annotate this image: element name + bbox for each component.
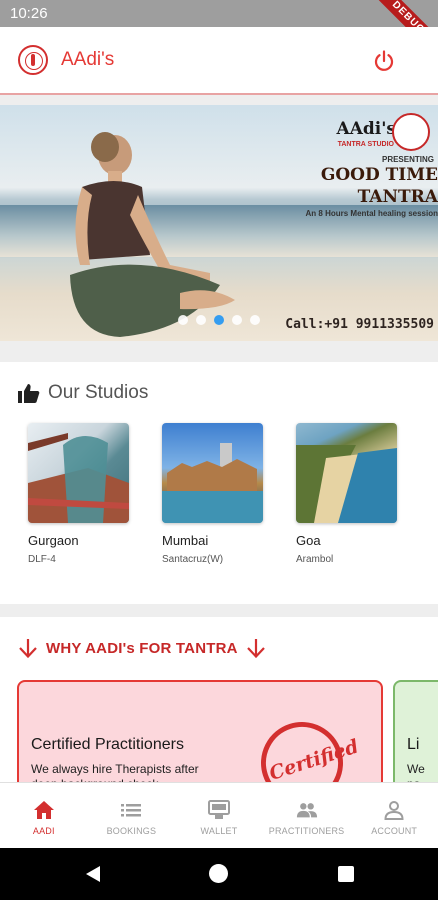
why-title: WHY AADI's FOR TANTRA (46, 639, 238, 657)
studio-card-gurgaon[interactable]: Gurgaon DLF-4 (28, 423, 129, 565)
studio-list: Gurgaon DLF-4 Mumbai Santacruz(W) Goa Ar… (28, 423, 397, 565)
studio-card-goa[interactable]: Goa Arambol (296, 423, 397, 565)
thumbs-up-icon (18, 384, 40, 403)
studios-section: Our Studios Gurgaon DLF-4 Mumbai Santacr… (0, 362, 438, 604)
studios-header: Our Studios (18, 382, 148, 404)
feature-card-title: Certified Practitioners (31, 736, 184, 753)
carousel-dot[interactable] (178, 315, 188, 325)
studio-location: Santacruz(W) (162, 554, 224, 565)
bottom-navigation: AADI BOOKINGS WALLET PRACTITIONERS ACCOU… (0, 782, 438, 848)
carousel-dot-active[interactable] (214, 315, 224, 325)
wallet-icon (207, 800, 230, 819)
nav-item-practitioners[interactable]: PRACTITIONERS (263, 783, 351, 848)
why-section: WHY AADI's FOR TANTRA Certified Practiti… (0, 617, 438, 800)
banner-subline: An 8 Hours Mental healing session (305, 209, 438, 218)
why-header: WHY AADI's FOR TANTRA (18, 637, 266, 659)
banner-headline-line2: TANTRA (357, 187, 438, 207)
app-bar: AAdi's (0, 27, 438, 95)
banner-presenting: PRESENTING (381, 155, 434, 164)
nav-item-aadi[interactable]: AADI (0, 783, 88, 848)
power-icon[interactable] (372, 49, 396, 73)
meditation-figure-image (70, 132, 235, 337)
studio-location: Arambol (296, 554, 334, 565)
studio-name: Gurgaon (28, 533, 79, 548)
lotus-logo-icon (18, 45, 48, 75)
banner-brand: AAdi's TANTRA STUDIO (292, 113, 432, 158)
banner-headline-line1: GOOD TIME (320, 165, 438, 185)
studio-image-mumbai (162, 423, 263, 523)
person-icon (384, 801, 404, 820)
home-icon (33, 801, 54, 819)
brand-name: AAdi's (336, 119, 397, 139)
nav-item-wallet[interactable]: WALLET (175, 783, 263, 848)
nav-label: ACCOUNT (371, 826, 418, 836)
nav-label: PRACTITIONERS (268, 826, 345, 836)
nav-item-bookings[interactable]: BOOKINGS (88, 783, 176, 848)
studio-card-mumbai[interactable]: Mumbai Santacruz(W) (162, 423, 263, 565)
app-title: AAdi's (61, 49, 115, 70)
studio-image-goa (296, 423, 397, 523)
system-navigation-bar (0, 848, 438, 900)
status-bar: 10:26 DEBUG (0, 0, 438, 67)
nav-label: WALLET (200, 826, 238, 836)
nav-item-account[interactable]: ACCOUNT (350, 783, 438, 848)
back-icon[interactable] (84, 865, 102, 883)
arrow-down-icon (19, 639, 37, 659)
stamp-text: Certified (266, 735, 362, 785)
feature-card-title: Li (407, 736, 420, 753)
people-icon (296, 803, 317, 818)
arrow-down-icon (246, 639, 265, 659)
nav-label: BOOKINGS (106, 826, 157, 836)
feature-card-text-line: We (407, 762, 425, 776)
brand-subtitle: TANTRA STUDIO (337, 141, 394, 148)
banner-call-number: Call:+91 9911335509 (285, 317, 434, 332)
carousel-indicator (178, 315, 260, 325)
studio-name: Mumbai (162, 533, 209, 548)
carousel-dot[interactable] (250, 315, 260, 325)
studio-location: DLF-4 (28, 554, 56, 565)
studio-image-gurgaon (28, 423, 129, 523)
studios-title: Our Studios (48, 382, 149, 403)
studio-name: Goa (296, 533, 321, 548)
carousel-dot[interactable] (232, 315, 242, 325)
promo-banner[interactable]: AAdi's TANTRA STUDIO PRESENTING GOOD TIM… (0, 105, 438, 341)
status-time: 10:26 (10, 5, 48, 22)
recents-icon[interactable] (338, 866, 354, 882)
list-icon (121, 804, 142, 817)
brand-emblem-icon (392, 113, 430, 151)
app-screen: 10:26 DEBUG AAdi's AAdi's TANTRA STUDIO (0, 0, 438, 900)
carousel-dot[interactable] (196, 315, 206, 325)
nav-label: AADI (32, 826, 55, 836)
home-button-icon[interactable] (209, 864, 228, 883)
